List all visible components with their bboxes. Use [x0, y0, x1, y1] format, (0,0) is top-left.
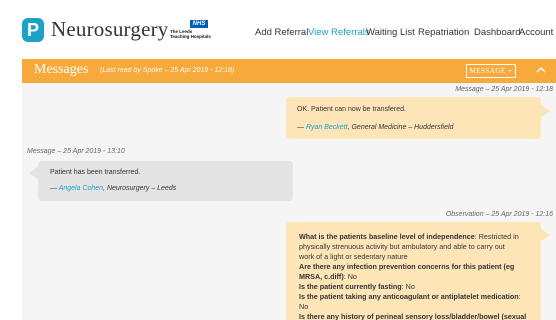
- last-read-status: (Last read by Spoke – 25 Apr 2019 - 12:1…: [100, 67, 235, 74]
- add-message-button[interactable]: MESSAGE +: [466, 64, 516, 78]
- observation-line: Is the patient taking any anticoagulant …: [299, 292, 521, 301]
- message-signature: — Ryan Beckett, General Medicine – Hudde…: [297, 124, 454, 131]
- messages-title: Messages: [34, 62, 89, 77]
- top-navbar: P Neurosurgery NHS The Leeds Teaching Ho…: [0, 0, 556, 58]
- nav-repatriation[interactable]: Repatriation: [418, 27, 469, 38]
- message-bubble-left: [38, 161, 293, 201]
- observation-line: work of a light or sedentary nature: [299, 252, 408, 261]
- nav-account-label: Account: [519, 27, 554, 38]
- nav-view-referrals[interactable]: View Referrals: [308, 27, 370, 38]
- chevron-up-icon[interactable]: [534, 63, 548, 77]
- bubble-tail: [540, 104, 550, 118]
- message-text: OK. Patient can now be transfered.: [297, 106, 406, 113]
- bubble-tail: [540, 228, 550, 242]
- message-bubble-right: [286, 97, 541, 139]
- messages-panel-header: Messages (Last read by Spoke – 25 Apr 20…: [22, 59, 556, 83]
- nav-add-referral[interactable]: Add Referral: [255, 27, 308, 38]
- nhs-logo: NHS The Leeds Teaching Hospitals: [170, 20, 211, 39]
- observation-line: No: [299, 302, 309, 311]
- observation-line: Is there any history of perineal sensory…: [299, 312, 527, 320]
- app-title[interactable]: Neurosurgery: [51, 17, 168, 42]
- observation-line: MRSA, c.diff): No: [299, 272, 357, 281]
- author-link[interactable]: Angela Cohen: [59, 185, 103, 192]
- author-link[interactable]: Ryan Beckett: [306, 124, 348, 131]
- observation-line: physically strenuous activity but ambula…: [299, 242, 505, 251]
- logo-icon[interactable]: P: [22, 18, 44, 42]
- observation-meta: Observation – 25 Apr 2019 - 12:16: [445, 211, 553, 218]
- observation-content: What is the patients baseline level of i…: [299, 232, 531, 320]
- nav-waiting-list[interactable]: Waiting List: [366, 27, 415, 38]
- observation-line: What is the patients baseline level of i…: [299, 232, 519, 241]
- nav-dashboard[interactable]: Dashboard: [474, 27, 520, 38]
- bubble-tail: [29, 166, 39, 180]
- message-meta: Message – 25 Apr 2019 - 13:10: [27, 148, 125, 155]
- message-signature: — Angela Cohen, Neurosurgery – Leeds: [50, 185, 177, 192]
- message-meta: Message – 25 Apr 2019 - 12:18: [455, 86, 553, 93]
- message-text: Patient has been transferred.: [50, 169, 141, 176]
- nav-account[interactable]: Account ▾: [519, 27, 556, 38]
- observation-line: Are there any infection prevention conce…: [299, 262, 515, 271]
- observation-line: Is the patient currently fasting: No: [299, 282, 415, 291]
